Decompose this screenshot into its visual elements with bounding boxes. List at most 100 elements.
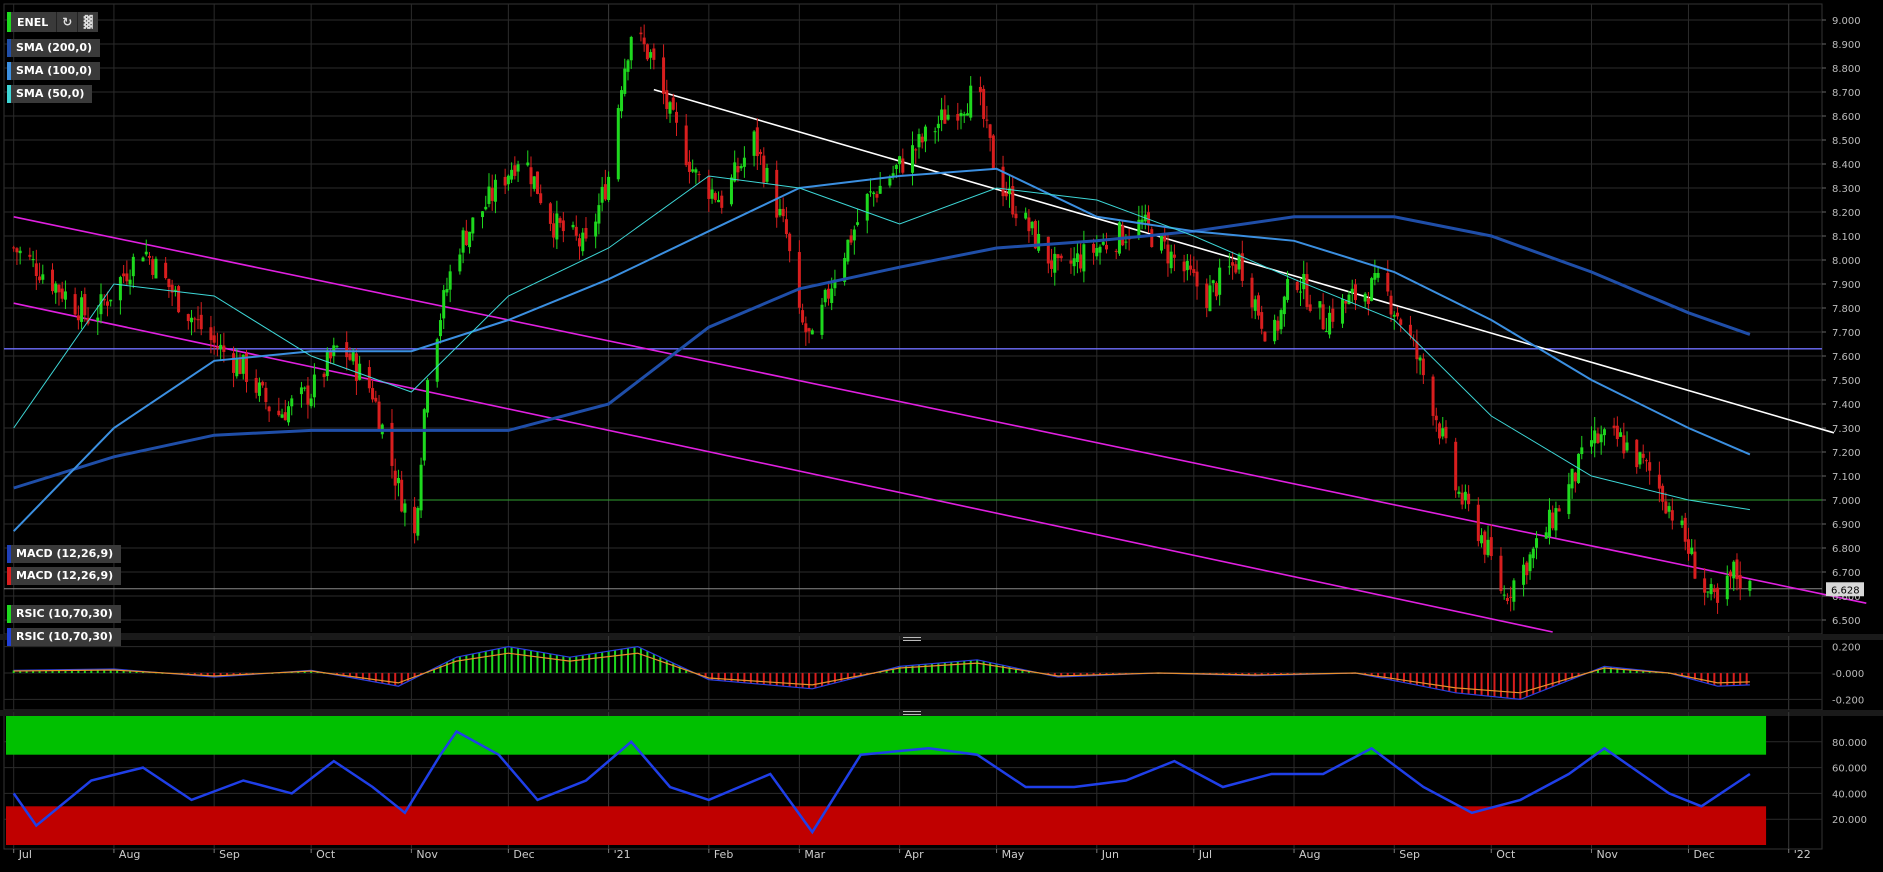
candle-body (868, 191, 872, 193)
candle-body (96, 317, 100, 322)
candle-body (1483, 531, 1487, 555)
candle-body (41, 274, 45, 280)
candle-body (1363, 293, 1367, 302)
legend-rsi-2[interactable]: RSIC (10,70,30) (7, 628, 121, 646)
panel-resize-handle-macd[interactable] (903, 637, 921, 641)
candle-body (1227, 266, 1231, 268)
candle-body (235, 358, 239, 377)
macd-histogram-bar (1480, 673, 1483, 696)
candle-body (535, 171, 539, 194)
macd-histogram-bar (1448, 673, 1451, 692)
macd-histogram-bar (659, 657, 662, 673)
candle-body (623, 68, 627, 94)
candle-body (969, 85, 973, 118)
candle-body (109, 299, 113, 302)
candle-body (781, 208, 785, 217)
candle-body (1732, 561, 1736, 579)
candle-body (1667, 506, 1671, 512)
candle-body (539, 193, 543, 204)
x-tick-label: Sep (219, 848, 240, 861)
candle-body (652, 48, 656, 60)
candle-body (1305, 274, 1309, 307)
price-tick-label: 8.100 (1832, 232, 1861, 243)
legend-sma-50[interactable]: SMA (50,0) (7, 85, 93, 103)
macd-histogram-bar (756, 673, 759, 684)
refresh-icon[interactable]: ↻ (56, 12, 77, 32)
candle-body (529, 167, 533, 185)
candle-body (962, 113, 966, 116)
candle-body (438, 320, 442, 337)
candle-body (1567, 484, 1571, 515)
candle-body (875, 193, 879, 198)
candle-body (335, 346, 339, 348)
candle-body (232, 353, 236, 373)
macd-histogram-bar (1409, 673, 1412, 684)
macd-histogram-bar (1564, 673, 1567, 682)
macd-histogram-bar (387, 673, 390, 685)
macd-histogram-bar (549, 653, 552, 673)
macd-histogram-bar (568, 657, 571, 673)
x-tick-label: '21 (614, 848, 631, 861)
price-tick-label: 7.100 (1832, 472, 1861, 483)
candle-body (1059, 255, 1063, 259)
macd-histogram-bar (504, 647, 507, 673)
candle-body (1205, 283, 1209, 308)
candle-body (131, 256, 135, 277)
candle-body (1399, 319, 1403, 325)
candle-body (1454, 441, 1458, 491)
x-tick-label: Oct (1496, 848, 1516, 861)
price-chart[interactable]: 9.000 8.900 8.800 8.700 8.600 8.500 8.400 8.300… (0, 0, 1883, 872)
candle-body (73, 294, 77, 315)
bar-chart-icon[interactable]: ▓ (77, 12, 98, 32)
macd-tick-label: -0.200 (1832, 695, 1864, 706)
macd-tick-label: 0.200 (1832, 643, 1861, 654)
panel-resize-handle-rsi[interactable] (903, 711, 921, 715)
macd-histogram-bar (465, 655, 468, 673)
candle-body (1121, 225, 1125, 246)
candle-body (1570, 468, 1574, 489)
candle-body (147, 256, 151, 258)
candle-body (303, 387, 307, 389)
candle-body (1373, 273, 1377, 280)
candle-body (804, 323, 808, 333)
legend-macd-1[interactable]: MACD (12,26,9) (7, 545, 122, 563)
candle-body (878, 185, 882, 194)
candle-body (1693, 551, 1697, 579)
candle-body (1557, 508, 1561, 512)
macd-histogram-bar (1739, 673, 1742, 686)
candle-body (442, 290, 446, 319)
candle-body (1169, 251, 1173, 269)
candle-body (830, 288, 834, 303)
macd-histogram-bar (633, 647, 636, 673)
macd-histogram-bar (1402, 673, 1405, 683)
candle-body (1331, 308, 1335, 322)
candle-body (1467, 493, 1471, 505)
macd-histogram-bar (1493, 673, 1496, 697)
macd-histogram-bar (995, 663, 998, 673)
candle-body (1079, 254, 1083, 269)
candle-body (1298, 291, 1302, 293)
candle-body (209, 327, 213, 341)
candle-body (911, 145, 915, 173)
macd-histogram-bar (775, 673, 778, 686)
candle-body (759, 151, 763, 155)
candle-body (642, 37, 646, 45)
candle-body (720, 195, 724, 208)
legend-sma-100[interactable]: SMA (100,0) (7, 62, 101, 80)
candle-body (416, 508, 420, 536)
candle-body (762, 155, 766, 183)
candle-body (865, 193, 869, 221)
legend-swatch (7, 545, 11, 563)
candle-body (371, 388, 375, 400)
price-tick-label: 7.300 (1832, 424, 1861, 435)
candle-body (849, 235, 853, 243)
candle-body (1050, 260, 1054, 269)
macd-histogram-bar (723, 673, 726, 682)
legend-macd-2[interactable]: MACD (12,26,9) (7, 567, 122, 585)
legend-sma-200[interactable]: SMA (200,0) (7, 39, 101, 57)
symbol-selector[interactable]: ENEL ↻ ▓ (7, 12, 99, 32)
candle-body (1528, 554, 1532, 572)
legend-rsi-1[interactable]: RSIC (10,70,30) (7, 605, 121, 623)
candle-body (1657, 474, 1661, 489)
candle-body (1395, 312, 1399, 317)
